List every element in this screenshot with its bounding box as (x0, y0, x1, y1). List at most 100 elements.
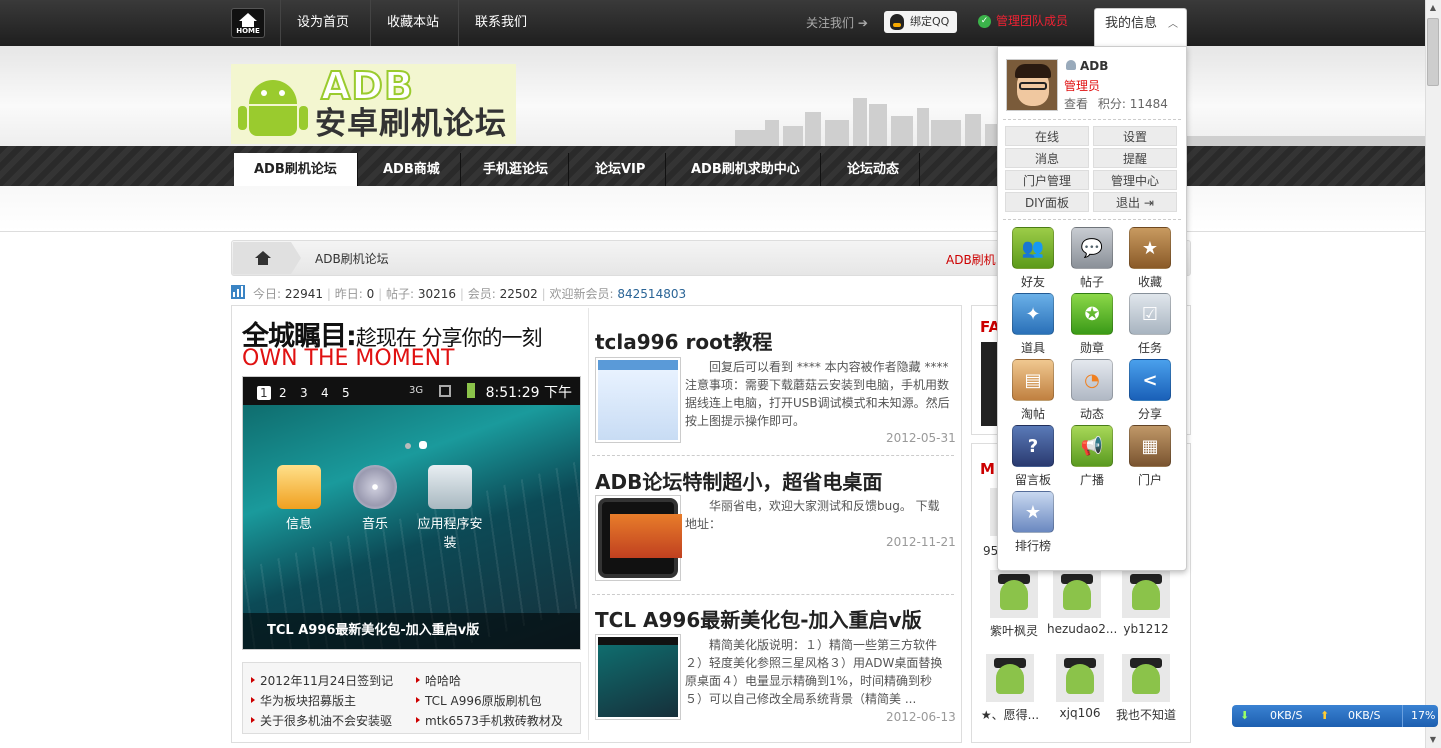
logo-text-zh: 安卓刷机论坛 (315, 106, 507, 142)
list-item-link[interactable]: 关于很多机油不会安装驱 (250, 712, 392, 729)
tile-medals[interactable]: ✪ 勋章 (1067, 293, 1117, 356)
bookmark-link[interactable]: 收藏本站 (370, 0, 455, 46)
tile-friends[interactable]: 👥 好友 (1008, 227, 1058, 290)
cd-icon (353, 465, 397, 509)
member-item[interactable]: yb1212 (1116, 570, 1176, 636)
my-info-tab[interactable]: 我的信息 ︿ (1094, 8, 1187, 46)
article-date: 2012-05-31 (886, 431, 956, 445)
bind-qq-button[interactable]: 绑定QQ (884, 11, 958, 33)
messages-button[interactable]: 消息 (1005, 148, 1089, 168)
friends-icon: 👥 (1012, 227, 1054, 269)
admin-team-link[interactable]: ✓ 管理团队成员 (978, 0, 1068, 42)
contact-link[interactable]: 联系我们 (458, 0, 543, 46)
settings-button[interactable]: 设置 (1093, 126, 1177, 146)
list-item-link[interactable]: TCL A996原版刷机包 (416, 692, 542, 709)
user-icon (1066, 60, 1076, 70)
member-name[interactable]: 95 (983, 544, 998, 558)
breadcrumb-right-link[interactable]: ADB刷机 (946, 251, 996, 268)
scroll-down-arrow-icon[interactable]: ▼ (1425, 732, 1441, 748)
breadcrumb-home-button[interactable] (233, 242, 291, 274)
medal-icon: ✪ (1071, 293, 1113, 335)
slide-number[interactable]: 2 (279, 386, 287, 400)
nav-adb-forum[interactable]: ADB刷机论坛 (234, 153, 358, 186)
online-button[interactable]: 在线 (1005, 126, 1089, 146)
phone-clock: 8:51:29 下午 (485, 385, 572, 401)
phone-status-bar: 1 2 3 4 5 3G 8:51:29 下午 (243, 377, 580, 405)
article-title[interactable]: TCL A996最新美化包-加入重启v版 (595, 604, 922, 633)
home-button[interactable]: HOME (231, 8, 265, 38)
points-value: 11484 (1129, 97, 1168, 111)
forum-stats: 今日: 22941 | 昨日: 0 | 帖子: 30216 | 会员: 2250… (253, 287, 687, 301)
nav-adb-store[interactable]: ADB商城 (363, 153, 461, 186)
tile-leaderboard[interactable]: ★ 排行榜 (1008, 491, 1058, 554)
article-date: 2012-11-21 (886, 535, 956, 549)
article-thumbnail[interactable] (595, 495, 682, 581)
view-link[interactable]: 查看 (1064, 97, 1088, 111)
tile-guestbook[interactable]: ? 留言板 (1008, 425, 1058, 488)
article-title[interactable]: ADB论坛特制超小，超省电桌面 (595, 466, 882, 495)
page-indicator (401, 438, 431, 452)
slide-number[interactable]: 1 (257, 386, 271, 400)
list-item-link[interactable]: 2012年11月24日签到记 (250, 672, 393, 689)
nav-mobile-forum[interactable]: 手机逛论坛 (463, 153, 570, 186)
home-icon (255, 251, 271, 258)
list-item-link[interactable]: 华为板块招募版主 (250, 692, 356, 709)
article-summary: 精简美化版说明：１）精简一些第三方软件 ２）轻度美化参照三星风格３）用ADW桌面… (685, 638, 943, 706)
quick-links: 2012年11月24日签到记 哈哈哈 华为板块招募版主 TCL A996原版刷机… (242, 662, 581, 734)
tile-items[interactable]: ✦ 道具 (1008, 293, 1058, 356)
slide-number[interactable]: 4 (321, 386, 329, 400)
tile-collections[interactable]: ▤ 淘帖 (1008, 359, 1058, 422)
list-item-link[interactable]: mtk6573手机救砖教材及 (416, 712, 563, 729)
stats-chart-icon (231, 285, 245, 299)
follow-us-link[interactable]: 关注我们 ➔ (806, 0, 868, 46)
arrow-right-icon: ➔ (857, 16, 868, 30)
breadcrumb-current[interactable]: ADB刷机论坛 (315, 250, 389, 267)
avatar (1056, 654, 1104, 702)
scrollbar-thumb[interactable] (1427, 18, 1439, 86)
slide-number[interactable]: 3 (300, 386, 308, 400)
tile-portal[interactable]: ▦ 门户 (1125, 425, 1175, 488)
user-avatar[interactable] (1006, 59, 1058, 111)
username[interactable]: ADB (1066, 59, 1108, 73)
member-item[interactable]: hezudao2... (1047, 570, 1117, 636)
article-thumbnail[interactable] (595, 634, 681, 720)
admin-center-button[interactable]: 管理中心 (1093, 170, 1177, 190)
inbox-tray-icon: ▤ (1012, 359, 1054, 401)
vertical-scrollbar[interactable] (1425, 0, 1441, 748)
slide-caption[interactable]: TCL A996最新美化包-加入重启v版 (243, 613, 580, 649)
featured-slideshow[interactable]: 1 2 3 4 5 3G 8:51:29 下午 信息 音乐 应用程序安装 TCL… (242, 376, 581, 650)
post-count: 30216 (417, 287, 457, 301)
tile-feed[interactable]: ◔ 动态 (1067, 359, 1117, 422)
network-speed-widget[interactable]: ⬇ 0KB/S ⬆ 0KB/S 17% (1232, 705, 1438, 727)
slogan-english: OWN THE MOMENT (242, 346, 455, 371)
home-icon (239, 13, 257, 21)
site-logo[interactable]: ADB 安卓刷机论坛 (231, 64, 516, 144)
member-item[interactable]: xjq106 (1050, 654, 1110, 720)
portal-admin-button[interactable]: 门户管理 (1005, 170, 1089, 190)
tile-share[interactable]: < 分享 (1125, 359, 1175, 422)
logout-button[interactable]: 退出 ⇥ (1093, 192, 1177, 212)
member-item[interactable]: 紫叶枫灵 (984, 570, 1044, 639)
reminders-button[interactable]: 提醒 (1093, 148, 1177, 168)
tile-favorites[interactable]: ★ 收藏 (1125, 227, 1175, 290)
diy-panel-button[interactable]: DIY面板 (1005, 192, 1089, 212)
scroll-up-arrow-icon[interactable]: ▲ (1425, 0, 1441, 16)
nav-forum-activity[interactable]: 论坛动态 (827, 153, 921, 186)
tile-tasks[interactable]: ☑ 任务 (1125, 293, 1175, 356)
member-item[interactable]: ★、愿得... (980, 654, 1040, 723)
slide-number[interactable]: 5 (342, 386, 350, 400)
set-homepage-link[interactable]: 设为首页 (280, 0, 365, 46)
member-item[interactable]: 我也不知道 (1116, 654, 1176, 723)
tile-broadcast[interactable]: 📢 广播 (1067, 425, 1117, 488)
chat-bubble-icon: 💬 (1071, 227, 1113, 269)
list-item-link[interactable]: 哈哈哈 (415, 672, 461, 689)
tile-posts[interactable]: 💬 帖子 (1067, 227, 1117, 290)
newest-member-link[interactable]: 842514803 (617, 287, 686, 301)
member-count: 22502 (499, 287, 538, 301)
today-count: 22941 (284, 287, 324, 301)
nav-forum-vip[interactable]: 论坛VIP (575, 153, 667, 186)
nav-help-center[interactable]: ADB刷机求助中心 (671, 153, 821, 186)
share-icon: < (1129, 359, 1171, 401)
article-title[interactable]: tcla996 root教程 (595, 326, 772, 355)
article-thumbnail[interactable] (595, 357, 681, 443)
